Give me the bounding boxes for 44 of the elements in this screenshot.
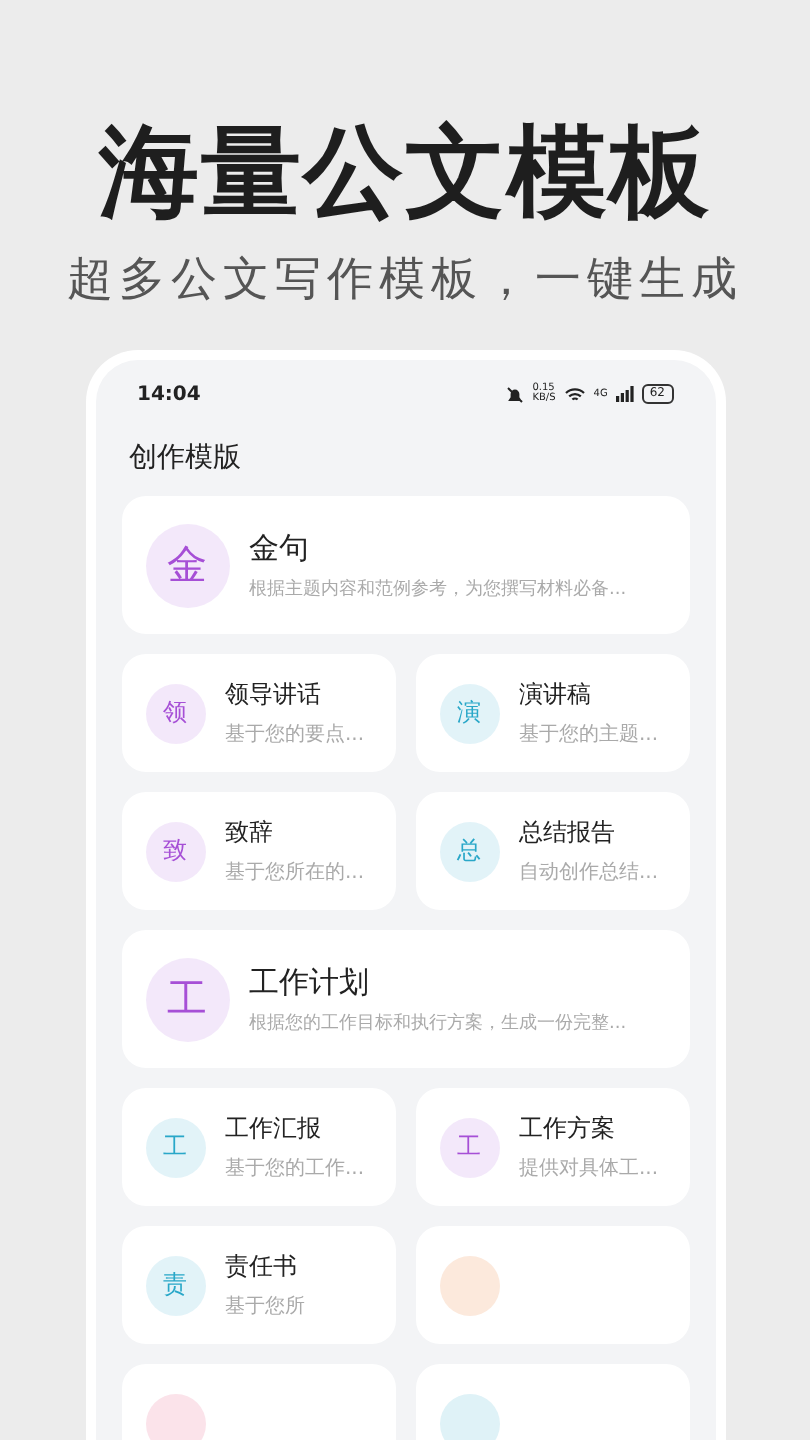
card-title: 总结报告	[519, 816, 617, 850]
letter-icon: 演	[439, 683, 499, 743]
card-title: 演讲稿	[519, 678, 593, 712]
template-card[interactable]: 领 领导讲话 基于您的要点...	[121, 654, 395, 772]
letter-icon: 工	[145, 957, 229, 1041]
letter-icon: 领	[145, 683, 205, 743]
card-description: 基于您的主题...	[519, 721, 659, 748]
card-description: 自动创作总结...	[519, 859, 659, 886]
template-card[interactable]: 责 责任书 基于您所	[121, 1226, 395, 1344]
card-description: 根据您的工作目标和执行方案，生成一份完整...	[249, 1010, 627, 1035]
template-card[interactable]: 演 演讲稿 基于您的主题...	[415, 654, 689, 772]
section-title: 创作模版	[129, 440, 243, 476]
card-title: 金句	[249, 529, 311, 567]
signal-icon	[615, 386, 634, 402]
card-title: 致辞	[225, 816, 275, 850]
letter-icon: 工	[439, 1117, 499, 1177]
card-title: 责任书	[225, 1250, 299, 1284]
template-card[interactable]	[415, 1226, 689, 1344]
letter-icon: 工	[145, 1117, 205, 1177]
template-card[interactable]: 工 工作方案 提供对具体工...	[415, 1088, 689, 1206]
wifi-icon	[563, 385, 586, 403]
card-title: 工作计划	[249, 963, 371, 1001]
card-description: 根据主题内容和范例参考，为您撰写材料必备...	[249, 577, 627, 601]
card-title: 领导讲话	[225, 678, 323, 712]
card-description: 基于您所在的...	[225, 859, 365, 886]
template-card[interactable]: 工 工作计划 根据您的工作目标和执行方案，生成一份完整...	[121, 930, 689, 1068]
template-card[interactable]: 致 致辞 基于您所在的...	[121, 792, 395, 910]
template-card[interactable]: 总 总结报告 自动创作总结...	[415, 792, 689, 910]
letter-icon: 致	[145, 821, 205, 881]
template-card[interactable]: 金 金句 根据主题内容和范例参考，为您撰写材料必备...	[121, 496, 689, 634]
headline: 海量公文模板	[99, 112, 711, 232]
muted-bell-icon	[506, 385, 525, 403]
letter-icon: 总	[439, 821, 499, 881]
card-title: 工作方案	[519, 1112, 617, 1146]
card-description: 基于您的工作...	[225, 1155, 365, 1182]
subtitle: 超多公文写作模板，一键生成	[67, 252, 743, 308]
letter-icon: 金	[145, 523, 229, 607]
card-description: 基于您所	[225, 1293, 305, 1320]
status-time: 14:04	[137, 383, 201, 405]
card-title: 工作汇报	[225, 1112, 323, 1146]
card-description: 基于您的要点...	[225, 721, 365, 748]
letter-icon: 责	[145, 1255, 205, 1315]
template-card[interactable]: 工 工作汇报 基于您的工作...	[121, 1088, 395, 1206]
card-description: 提供对具体工...	[519, 1155, 659, 1182]
